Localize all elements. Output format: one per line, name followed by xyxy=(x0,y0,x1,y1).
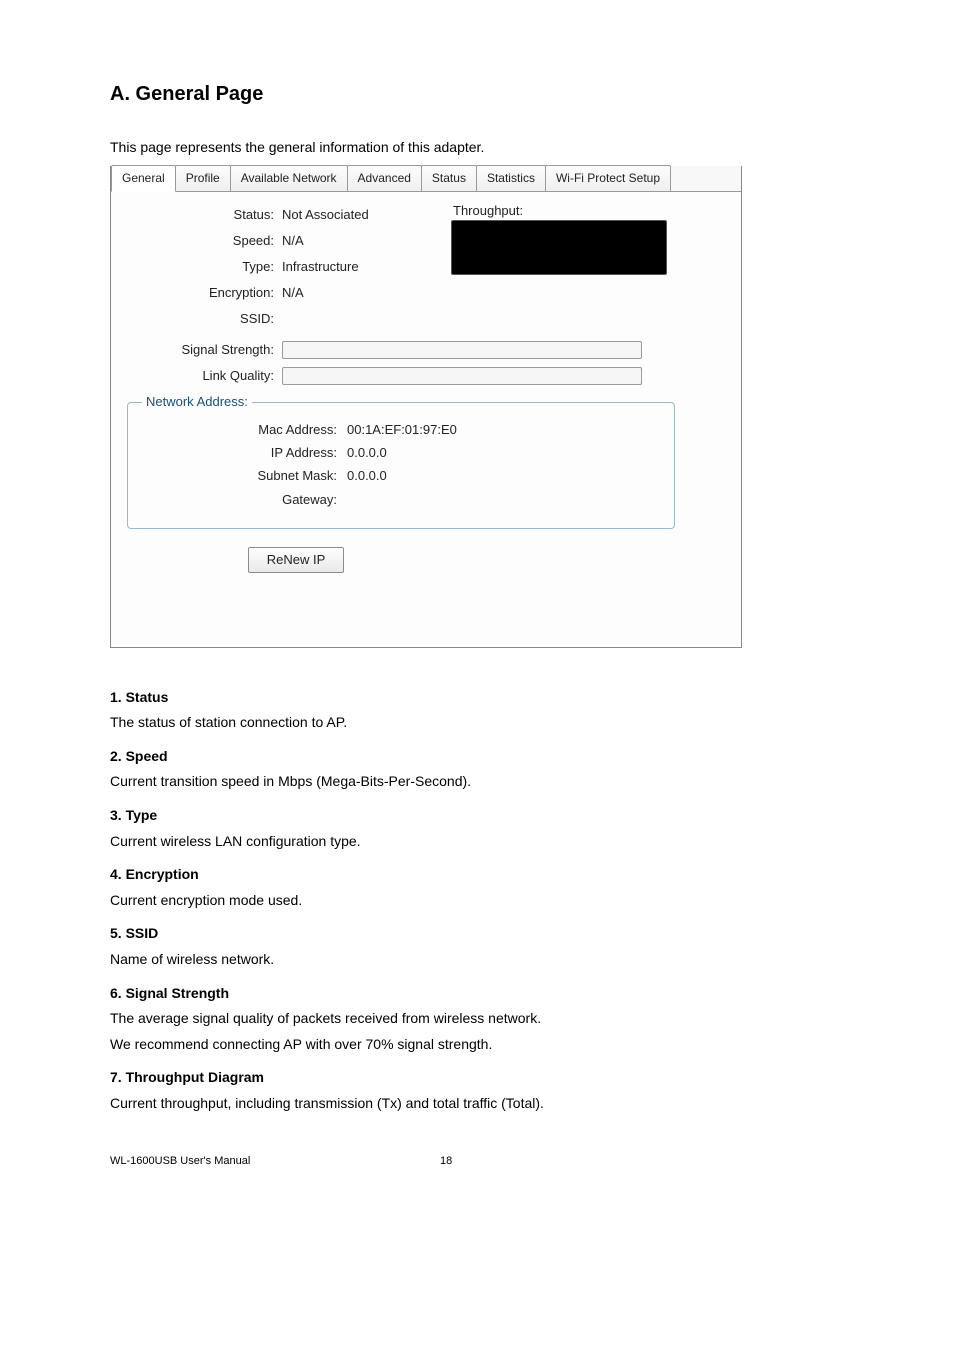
status-value: Not Associated xyxy=(282,206,369,224)
encryption-label: Encryption: xyxy=(127,284,282,302)
link-quality-label: Link Quality: xyxy=(127,367,282,385)
signal-strength-label: Signal Strength: xyxy=(127,341,282,359)
renew-ip-button[interactable]: ReNew IP xyxy=(248,547,345,573)
throughput-label: Throughput: xyxy=(453,202,523,220)
section-heading: A. General Page xyxy=(110,80,844,108)
def-4-title: 4. Encryption xyxy=(110,865,844,885)
def-6-body-1: The average signal quality of packets re… xyxy=(110,1009,844,1029)
link-quality-bar xyxy=(282,367,642,385)
throughput-diagram xyxy=(451,220,667,275)
def-5-title: 5. SSID xyxy=(110,924,844,944)
ssid-label: SSID: xyxy=(127,310,282,328)
tab-status[interactable]: Status xyxy=(421,165,477,191)
tabstrip: General Profile Available Network Advanc… xyxy=(111,166,741,192)
def-7-title: 7. Throughput Diagram xyxy=(110,1068,844,1088)
def-2-body: Current transition speed in Mbps (Mega-B… xyxy=(110,772,844,792)
network-address-legend: Network Address: xyxy=(142,393,252,411)
def-3-body: Current wireless LAN configuration type. xyxy=(110,832,844,852)
def-3-title: 3. Type xyxy=(110,806,844,826)
gateway-label: Gateway: xyxy=(142,491,347,509)
def-1-body: The status of station connection to AP. xyxy=(110,713,844,733)
def-5-body: Name of wireless network. xyxy=(110,950,844,970)
subnet-mask-label: Subnet Mask: xyxy=(142,467,347,485)
type-label: Type: xyxy=(127,258,282,276)
footer-manual-title: WL-1600USB User's Manual xyxy=(110,1154,440,1169)
speed-value: N/A xyxy=(282,232,304,250)
def-6-title: 6. Signal Strength xyxy=(110,984,844,1004)
general-tab-screenshot: General Profile Available Network Advanc… xyxy=(110,166,742,648)
page-footer: WL-1600USB User's Manual 18 xyxy=(110,1154,844,1169)
intro-text: This page represents the general informa… xyxy=(110,138,844,158)
ip-address-label: IP Address: xyxy=(142,444,347,462)
subnet-mask-value: 0.0.0.0 xyxy=(347,467,387,485)
mac-address-label: Mac Address: xyxy=(142,421,347,439)
tab-wps[interactable]: Wi-Fi Protect Setup xyxy=(545,165,671,191)
def-1-title: 1. Status xyxy=(110,688,844,708)
tab-statistics[interactable]: Statistics xyxy=(476,165,546,191)
mac-address-value: 00:1A:EF:01:97:E0 xyxy=(347,421,457,439)
def-7-body: Current throughput, including transmissi… xyxy=(110,1094,844,1114)
ip-address-value: 0.0.0.0 xyxy=(347,444,387,462)
def-2-title: 2. Speed xyxy=(110,747,844,767)
def-4-body: Current encryption mode used. xyxy=(110,891,844,911)
signal-strength-bar xyxy=(282,341,642,359)
tab-available-network[interactable]: Available Network xyxy=(230,165,348,191)
status-label: Status: xyxy=(127,206,282,224)
footer-page-number: 18 xyxy=(440,1154,452,1169)
network-address-group: Network Address: Mac Address: 00:1A:EF:0… xyxy=(127,393,675,529)
speed-label: Speed: xyxy=(127,232,282,250)
def-6-body-2: We recommend connecting AP with over 70%… xyxy=(110,1035,844,1055)
encryption-value: N/A xyxy=(282,284,304,302)
tab-general[interactable]: General xyxy=(111,165,176,192)
tab-profile[interactable]: Profile xyxy=(175,165,231,191)
type-value: Infrastructure xyxy=(282,258,359,276)
general-panel: Throughput: Status: Not Associated Speed… xyxy=(111,192,741,647)
tab-advanced[interactable]: Advanced xyxy=(347,165,422,191)
